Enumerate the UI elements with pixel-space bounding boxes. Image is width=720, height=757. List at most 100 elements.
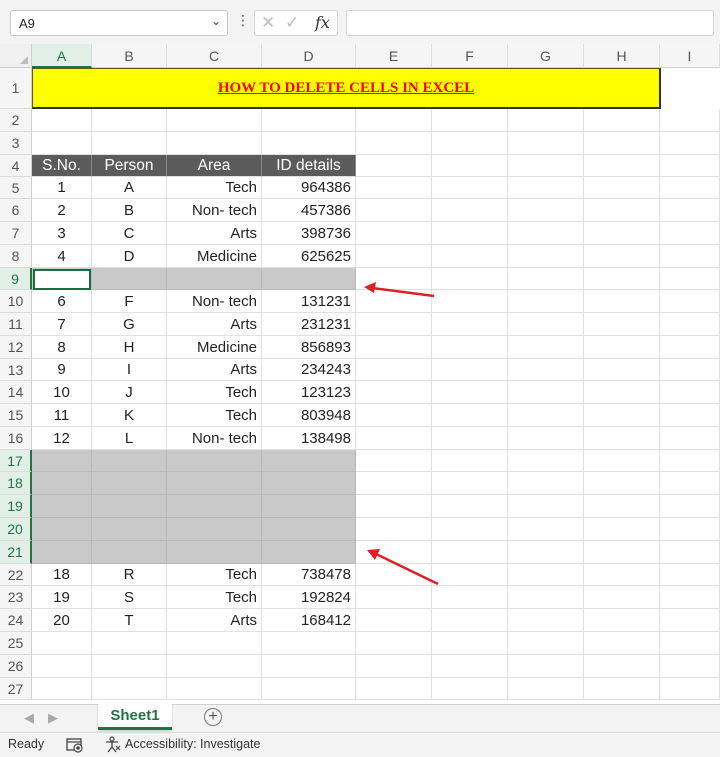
cell-f24[interactable] [432,609,508,632]
cell-h24[interactable] [584,609,660,632]
cell-h16[interactable] [584,427,660,450]
cell-d9[interactable] [262,268,356,290]
cell-c4[interactable]: Area [167,155,262,177]
cell-g15[interactable] [508,404,584,427]
cell-d21[interactable] [262,541,356,564]
cell-e8[interactable] [356,245,432,268]
cell-d19[interactable] [262,495,356,518]
cell-c15[interactable]: Tech [167,404,262,427]
cell-b24[interactable]: T [92,609,167,632]
cell-a20[interactable] [32,518,92,541]
cell-a13[interactable]: 9 [32,359,92,381]
row-header-24[interactable]: 24 [0,609,32,632]
cell-h11[interactable] [584,313,660,336]
cell-h6[interactable] [584,199,660,222]
cell-d24[interactable]: 168412 [262,609,356,632]
cell-g10[interactable] [508,290,584,313]
cell-e4[interactable] [356,155,432,177]
cell-i5[interactable] [660,177,720,199]
row-header-26[interactable]: 26 [0,655,32,678]
cell-b16[interactable]: L [92,427,167,450]
cell-g22[interactable] [508,564,584,586]
cell-b4[interactable]: Person [92,155,167,177]
cell-d15[interactable]: 803948 [262,404,356,427]
cell-i27[interactable] [660,678,720,700]
name-box[interactable]: A9 ⌄ [10,10,228,36]
cell-c12[interactable]: Medicine [167,336,262,359]
cell-a21[interactable] [32,541,92,564]
cell-f18[interactable] [432,472,508,495]
cell-d22[interactable]: 738478 [262,564,356,586]
cell-i15[interactable] [660,404,720,427]
accessibility-icon[interactable] [104,736,122,754]
row-header-12[interactable]: 12 [0,336,32,359]
row-header-27[interactable]: 27 [0,678,32,700]
cell-b7[interactable]: C [92,222,167,245]
cell-g9[interactable] [508,268,584,290]
row-header-21[interactable]: 21 [0,541,32,564]
cell-d16[interactable]: 138498 [262,427,356,450]
cell-e11[interactable] [356,313,432,336]
cell-h19[interactable] [584,495,660,518]
cell-e6[interactable] [356,199,432,222]
cell-d11[interactable]: 231231 [262,313,356,336]
cell-f17[interactable] [432,450,508,472]
cell-f19[interactable] [432,495,508,518]
row-header-14[interactable]: 14 [0,381,32,404]
cell-e12[interactable] [356,336,432,359]
row-header-17[interactable]: 17 [0,450,32,472]
cell-f15[interactable] [432,404,508,427]
title-cell[interactable]: HOW TO DELETE CELLS IN EXCEL [32,68,661,109]
cell-h10[interactable] [584,290,660,313]
cell-c5[interactable]: Tech [167,177,262,199]
cell-a19[interactable] [32,495,92,518]
cell-g7[interactable] [508,222,584,245]
cell-d18[interactable] [262,472,356,495]
cell-i3[interactable] [660,132,720,155]
cell-g27[interactable] [508,678,584,700]
cell-d3[interactable] [262,132,356,155]
cell-e13[interactable] [356,359,432,381]
cancel-icon[interactable]: ✕ [261,13,275,33]
cell-f6[interactable] [432,199,508,222]
insert-function-button[interactable]: fx [315,13,330,32]
next-sheet-icon[interactable]: ▶ [48,710,58,726]
cell-b19[interactable] [92,495,167,518]
cell-i16[interactable] [660,427,720,450]
cell-b11[interactable]: G [92,313,167,336]
macro-recording-icon[interactable] [66,737,84,753]
cell-f27[interactable] [432,678,508,700]
cell-g5[interactable] [508,177,584,199]
cell-g25[interactable] [508,632,584,655]
cell-g12[interactable] [508,336,584,359]
cell-i22[interactable] [660,564,720,586]
cell-g11[interactable] [508,313,584,336]
cell-a6[interactable]: 2 [32,199,92,222]
cell-d2[interactable] [262,109,356,132]
cell-f9[interactable] [432,268,508,290]
cell-b21[interactable] [92,541,167,564]
cell-e3[interactable] [356,132,432,155]
cell-a22[interactable]: 18 [32,564,92,586]
cell-d6[interactable]: 457386 [262,199,356,222]
cell-c2[interactable] [167,109,262,132]
cell-h13[interactable] [584,359,660,381]
cell-a11[interactable]: 7 [32,313,92,336]
accessibility-status[interactable]: Accessibility: Investigate [125,737,260,751]
cell-i25[interactable] [660,632,720,655]
cell-i4[interactable] [660,155,720,177]
cell-h12[interactable] [584,336,660,359]
cell-a23[interactable]: 19 [32,586,92,609]
cell-c21[interactable] [167,541,262,564]
formula-input[interactable] [346,10,714,36]
cell-i24[interactable] [660,609,720,632]
cell-f14[interactable] [432,381,508,404]
cell-c27[interactable] [167,678,262,700]
cell-g20[interactable] [508,518,584,541]
vertical-ellipsis-icon[interactable]: ⋮ [236,12,250,29]
select-all-button[interactable] [0,44,32,68]
cell-a3[interactable] [32,132,92,155]
cell-i12[interactable] [660,336,720,359]
cell-d12[interactable]: 856893 [262,336,356,359]
cell-g18[interactable] [508,472,584,495]
